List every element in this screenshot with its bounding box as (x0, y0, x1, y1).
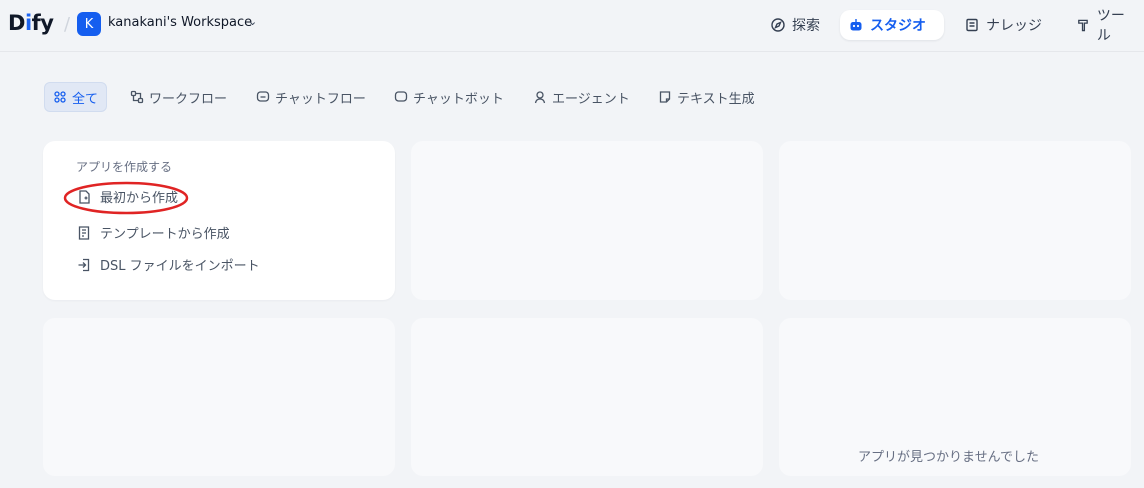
explore-icon (771, 18, 785, 32)
file-plus-icon (79, 189, 90, 204)
hammer-icon (1078, 19, 1088, 32)
nav-knowledge[interactable]: ナレッジ (956, 10, 1050, 40)
tab-chatbot[interactable]: チャットボット (386, 82, 512, 112)
tab-text-generation[interactable]: テキスト生成 (650, 82, 763, 112)
import-dsl-button[interactable]: DSL ファイルをインポート (76, 255, 260, 274)
create-app-card: アプリを作成する 最初から作成 テンプレートから作成 DSL ファイルをインポー… (43, 141, 395, 300)
app-card-placeholder (779, 141, 1131, 300)
breadcrumb-separator: / (64, 14, 71, 35)
app-card-placeholder (411, 141, 763, 300)
create-from-template-button[interactable]: テンプレートから作成 (76, 223, 230, 242)
empty-state-message: アプリが見つかりませんでした (858, 450, 1039, 465)
nav-tools[interactable]: ツール (1068, 8, 1144, 44)
tab-workflow[interactable]: ワークフロー (122, 82, 235, 112)
app-card-placeholder (411, 318, 763, 476)
workspace-avatar[interactable]: K (77, 12, 101, 36)
top-header: Dify / K kanakani's Workspace ⌄ 探索 スタジオ … (0, 0, 1144, 52)
workflow-icon (130, 90, 144, 104)
grid-icon (54, 91, 66, 103)
tab-all[interactable]: 全て (44, 82, 108, 112)
book-icon (966, 18, 978, 32)
app-card-placeholder (43, 318, 395, 476)
agent-icon (534, 91, 546, 104)
tab-chatflow[interactable]: チャットフロー (248, 82, 374, 112)
dify-logo[interactable]: Dify (8, 11, 54, 35)
nav-explore[interactable]: 探索 (762, 10, 828, 40)
robot-icon (850, 19, 862, 31)
tab-agent[interactable]: エージェント (525, 82, 638, 112)
import-icon (78, 258, 90, 271)
nav-studio[interactable]: スタジオ (840, 10, 944, 40)
create-from-blank-button[interactable]: 最初から作成 (76, 187, 178, 206)
chatflow-icon (256, 91, 270, 102)
create-app-title: アプリを作成する (76, 160, 173, 174)
workspace-name[interactable]: kanakani's Workspace (108, 15, 252, 30)
chat-icon (394, 91, 408, 102)
template-icon (78, 225, 90, 240)
chevron-down-icon[interactable]: ⌄ (248, 15, 257, 28)
text-gen-icon (659, 91, 671, 103)
